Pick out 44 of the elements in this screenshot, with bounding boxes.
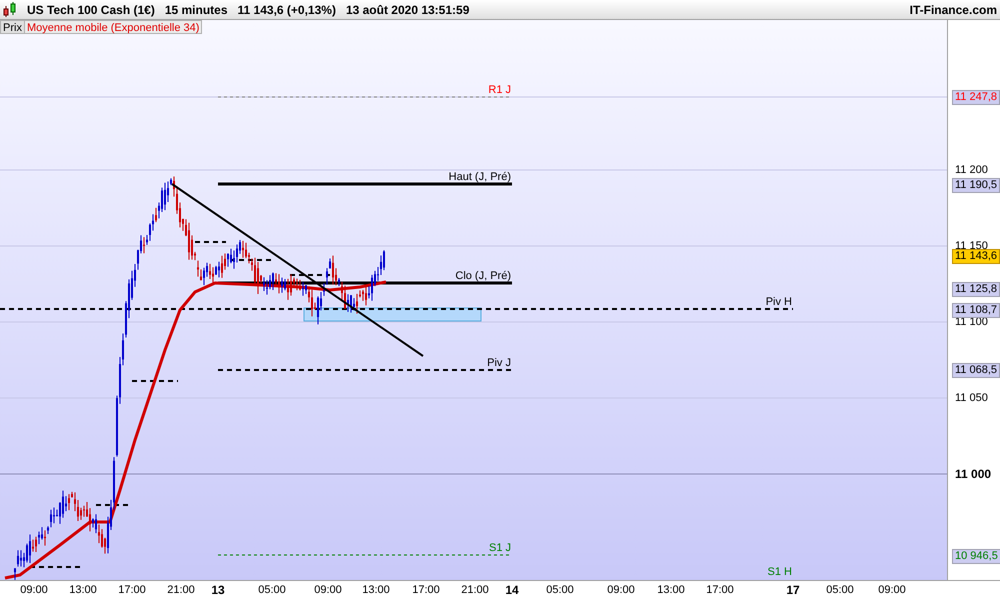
axis-time-label: 13:00 <box>657 584 685 596</box>
price-tag: 10 946,5 <box>952 549 1000 564</box>
price-tag: 11 143,6 <box>952 249 1000 264</box>
axis-time-label: 05:00 <box>826 584 854 596</box>
axis-tick-label: 11 200 <box>955 164 988 176</box>
price-tag: 11 190,5 <box>952 178 1000 193</box>
price-tag: 11 068,5 <box>952 363 1000 378</box>
axis-time-label: 21:00 <box>167 584 195 596</box>
instrument-title: US Tech 100 Cash (1€) <box>27 2 155 18</box>
axis-time-label: 13:00 <box>69 584 97 596</box>
price-tag: 11 247,8 <box>952 90 1000 105</box>
quote-label: 11 143,6 (+0,13%) <box>238 2 336 18</box>
price-tag: 11 108,7 <box>952 303 1000 318</box>
axis-tick-label: 11 150 <box>955 240 988 252</box>
brand-label: IT-Finance.com <box>910 2 997 18</box>
level-label: Haut (J, Pré) <box>448 171 511 183</box>
level-label: Piv H <box>766 296 792 308</box>
level-label: S1 J <box>488 542 511 554</box>
axis-tick-label: 11 000 <box>955 468 992 480</box>
axis-time-label: 17 <box>786 584 800 596</box>
candlestick-icon <box>3 2 17 18</box>
axis-time-label: 17:00 <box>118 584 146 596</box>
axis-time-label: 09:00 <box>20 584 48 596</box>
axis-time-label: 17:00 <box>412 584 440 596</box>
legend-label: Prix <box>0 20 25 34</box>
level-label: Clo (J, Pré) <box>455 270 511 282</box>
axis-time-label: 14 <box>505 584 519 596</box>
axis-time-label: 21:00 <box>461 584 489 596</box>
axis-time-label: 09:00 <box>314 584 342 596</box>
axis-time-label: 05:00 <box>258 584 286 596</box>
interval-label: 15 minutes <box>164 2 228 18</box>
axis-time-label: 09:00 <box>878 584 906 596</box>
level-label: S1 H <box>768 566 792 578</box>
axis-time-label: 17:00 <box>706 584 734 596</box>
price-tag: 11 125,8 <box>952 282 1000 297</box>
legend-label: Moyenne mobile (Exponentielle 34) <box>24 20 202 34</box>
axis-tick-label: 11 050 <box>955 392 988 404</box>
axis-time-label: 05:00 <box>546 584 574 596</box>
level-label: Piv J <box>487 357 511 369</box>
axis-time-label: 13 <box>211 584 225 596</box>
axis-time-label: 13:00 <box>362 584 390 596</box>
datetime-label: 13 août 2020 13:51:59 <box>346 2 470 18</box>
level-label: R1 J <box>488 84 511 96</box>
axis-time-label: 09:00 <box>607 584 635 596</box>
